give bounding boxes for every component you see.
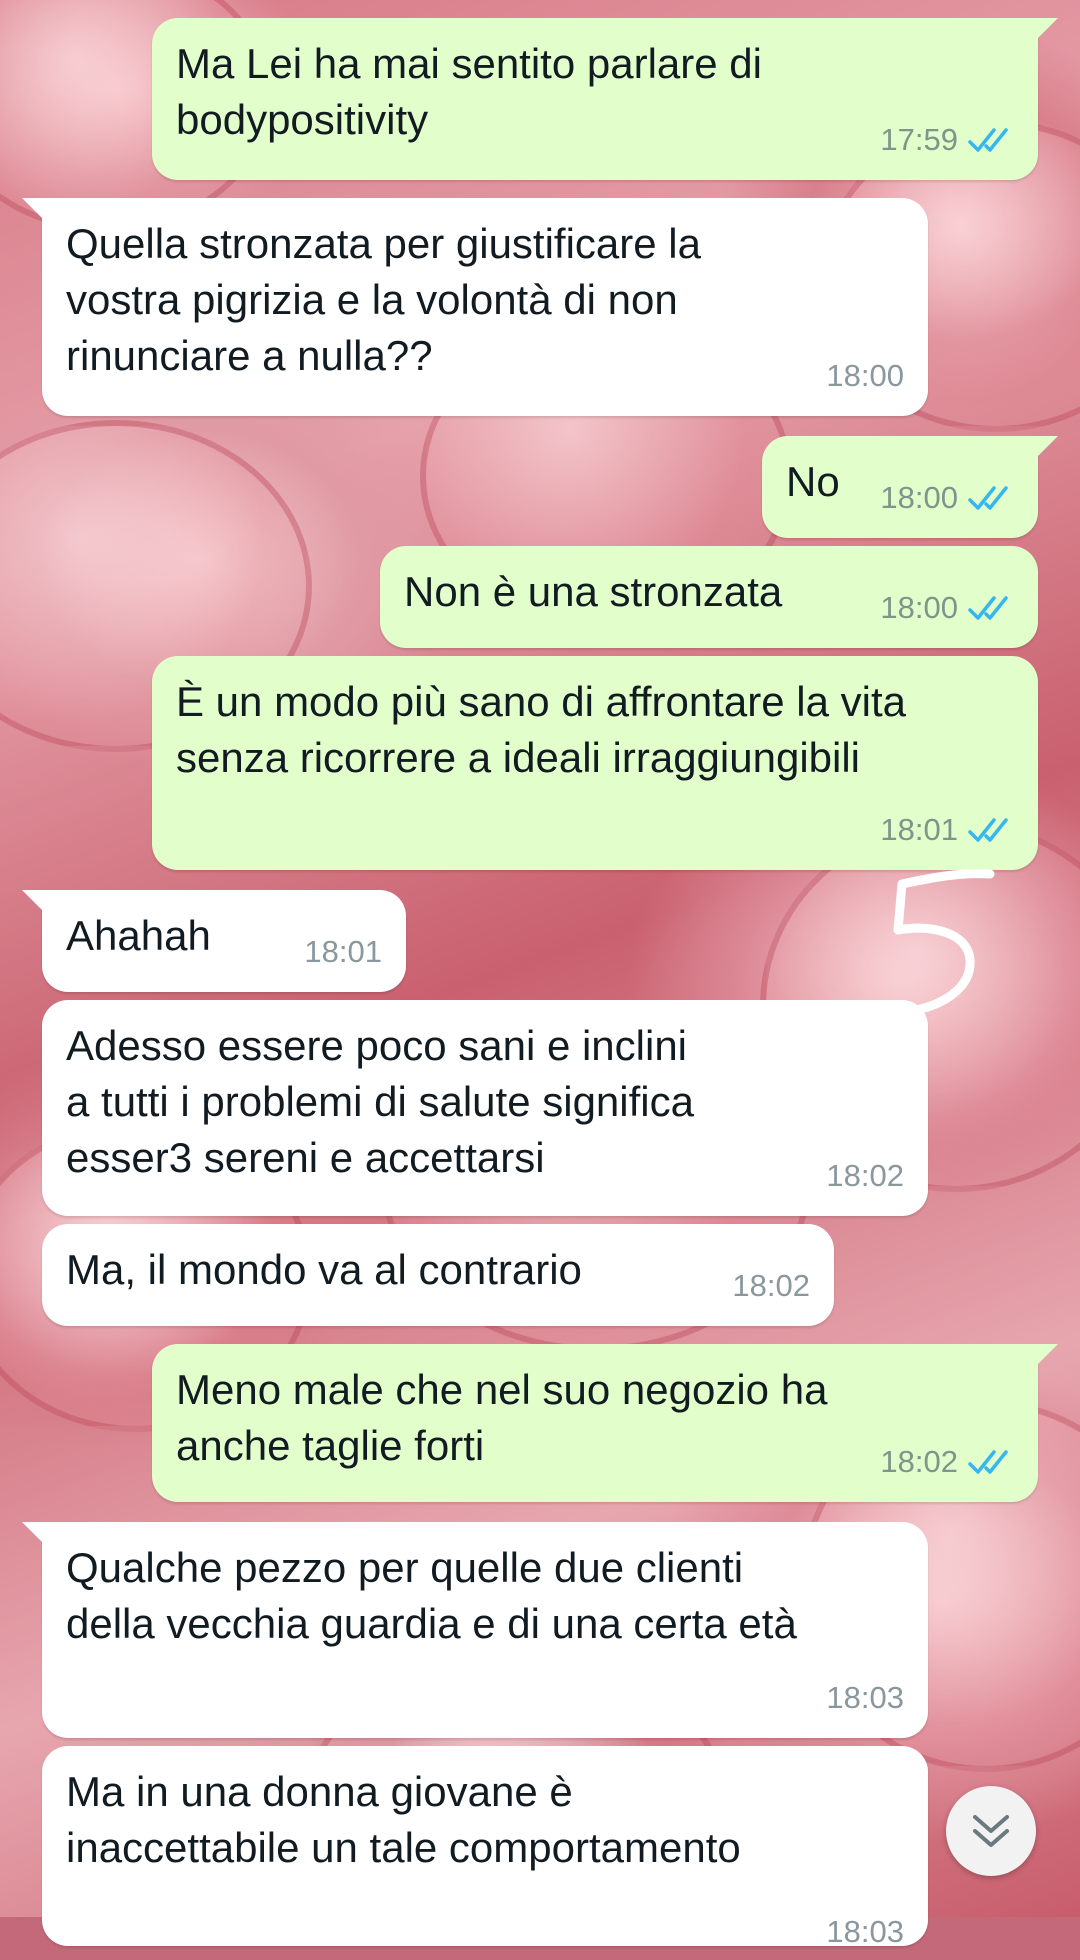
message-bubble-outgoing[interactable]: Ma Lei ha mai sentito parlare di bodypos… (152, 18, 1058, 180)
message-time: 18:01 (880, 812, 958, 847)
message-time: 18:01 (304, 934, 382, 969)
message-meta: 18:02 (826, 1148, 904, 1204)
message-meta: 18:02 (732, 1258, 810, 1314)
double-check-icon (968, 128, 1008, 152)
message-time: 18:00 (880, 480, 958, 515)
message-text: Ma in una donna giovane è inaccettabile … (66, 1768, 741, 1871)
message-bubble-outgoing[interactable]: Meno male che nel suo negozio ha anche t… (152, 1344, 1058, 1502)
message-bubble-incoming[interactable]: Adesso essere poco sani e inclini a tutt… (42, 1000, 928, 1216)
message-time: 17:59 (880, 122, 958, 157)
message-meta: 18:00 (880, 470, 1014, 526)
message-meta: 18:01 (880, 802, 1014, 858)
message-meta: 18:01 (304, 924, 382, 980)
message-time: 18:03 (826, 1914, 904, 1949)
double-check-icon (968, 596, 1008, 620)
message-meta: 18:00 (826, 348, 904, 404)
scroll-to-bottom-button[interactable] (946, 1786, 1036, 1876)
message-time: 18:00 (826, 358, 904, 393)
message-time: 18:02 (732, 1268, 810, 1303)
message-text: Qualche pezzo per quelle due clienti del… (66, 1544, 797, 1647)
message-bubble-incoming[interactable]: Ahahah 18:01 (22, 890, 406, 992)
message-bubble-incoming[interactable]: Ma in una donna giovane è inaccettabile … (42, 1746, 928, 1949)
message-bubble-incoming[interactable]: Qualche pezzo per quelle due clienti del… (22, 1522, 928, 1738)
double-check-icon (968, 1450, 1008, 1474)
message-time: 18:00 (880, 590, 958, 625)
message-text: È un modo più sano di affrontare la vita… (176, 678, 907, 781)
message-bubble-incoming[interactable]: Quella stronzata per giustificare la vos… (22, 198, 928, 416)
message-bubble-outgoing[interactable]: Non è una stronzata 18:00 (380, 546, 1038, 648)
double-check-icon (968, 818, 1008, 842)
message-time: 18:02 (880, 1444, 958, 1479)
message-time: 18:03 (826, 1680, 904, 1715)
message-bubble-incoming[interactable]: Ma, il mondo va al contrario 18:02 (42, 1224, 834, 1326)
message-time: 18:02 (826, 1158, 904, 1193)
double-chevron-down-icon (973, 1815, 1009, 1847)
message-meta: 18:02 (880, 1434, 1014, 1490)
message-text: Ma, il mondo va al contrario (66, 1246, 582, 1293)
hand-drawn-number-icon (893, 869, 995, 1015)
message-meta: 18:03 (826, 1670, 904, 1726)
message-meta: 18:00 (880, 580, 1014, 636)
message-meta: 17:59 (880, 112, 1014, 168)
message-text: Adesso essere poco sani e inclini a tutt… (66, 1022, 694, 1181)
message-bubble-outgoing[interactable]: È un modo più sano di affrontare la vita… (152, 656, 1038, 870)
double-check-icon (968, 486, 1008, 510)
message-text: Quella stronzata per giustificare la vos… (66, 220, 701, 379)
message-meta: 18:03 (826, 1904, 904, 1960)
message-bubble-outgoing[interactable]: No 18:00 (762, 436, 1058, 538)
